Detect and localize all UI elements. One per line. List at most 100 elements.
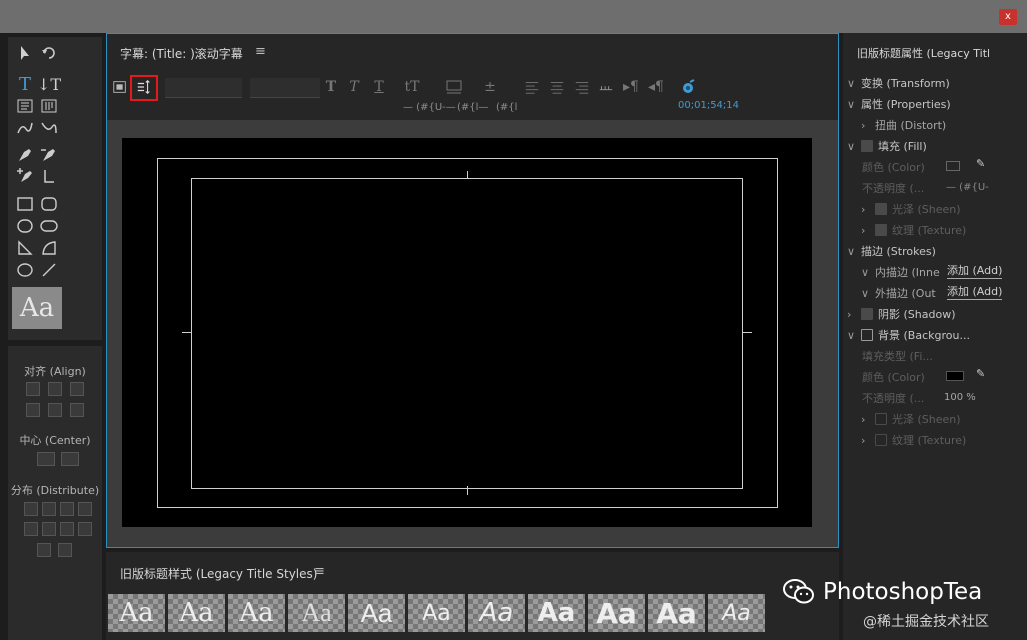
distort-section[interactable]: › 扭曲 (Distort) bbox=[861, 117, 946, 133]
area-type-tool-icon[interactable] bbox=[14, 96, 36, 116]
vertical-type-tool-icon[interactable]: ↓T bbox=[37, 74, 61, 94]
distribute-space-h-icon[interactable] bbox=[37, 543, 51, 557]
rounded-corner-rectangle-tool-icon[interactable] bbox=[38, 216, 60, 236]
font-style-dropdown[interactable] bbox=[250, 78, 320, 98]
rounded-rectangle-tool-icon[interactable] bbox=[38, 194, 60, 214]
timecode[interactable]: 00;01;54;14 bbox=[678, 100, 739, 111]
bold-icon[interactable]: T bbox=[322, 78, 340, 96]
bg-sheen-section[interactable]: › 光泽 (Sheen) bbox=[861, 411, 961, 427]
bg-color-swatch[interactable] bbox=[946, 371, 964, 381]
properties-section[interactable]: ∨ 属性 (Properties) bbox=[847, 96, 951, 112]
bg-sheen-checkbox[interactable] bbox=[875, 413, 887, 425]
align-top-icon[interactable] bbox=[26, 403, 40, 417]
distribute-center-h-icon[interactable] bbox=[42, 502, 56, 516]
inner-stroke-section[interactable]: ∨ 内描边 (Inne bbox=[861, 264, 940, 280]
tab-stops-icon[interactable] bbox=[597, 78, 615, 96]
underline-icon[interactable]: T bbox=[370, 78, 388, 96]
kerning-icon[interactable] bbox=[445, 78, 463, 96]
distribute-space-v-icon[interactable] bbox=[58, 543, 72, 557]
fill-sheen-section[interactable]: › 光泽 (Sheen) bbox=[861, 201, 961, 217]
background-checkbox[interactable] bbox=[861, 329, 873, 341]
title-canvas[interactable] bbox=[122, 138, 812, 527]
show-video-icon[interactable] bbox=[679, 78, 697, 96]
bg-eyedropper-icon[interactable]: ✎ bbox=[976, 367, 985, 380]
arc-tool-icon[interactable] bbox=[38, 238, 60, 258]
distribute-bottom-icon[interactable] bbox=[60, 522, 74, 536]
style-tile[interactable]: Aa bbox=[528, 594, 585, 632]
vertical-area-type-tool-icon[interactable] bbox=[38, 96, 60, 116]
rectangle-tool-icon[interactable] bbox=[14, 194, 36, 214]
convert-anchor-tool-icon[interactable] bbox=[38, 166, 60, 186]
sheen-checkbox[interactable] bbox=[875, 203, 887, 215]
clipped-rectangle-tool-icon[interactable] bbox=[14, 216, 36, 236]
selection-tool-icon[interactable] bbox=[14, 43, 36, 63]
align-bottom-icon[interactable] bbox=[70, 403, 84, 417]
strokes-section[interactable]: ∨ 描边 (Strokes) bbox=[847, 243, 936, 259]
kerning-value[interactable]: (#{l— bbox=[457, 102, 488, 113]
font-size-value[interactable]: — (#{U-— bbox=[403, 102, 456, 113]
style-tile[interactable]: Aa bbox=[408, 594, 465, 632]
pen-tool-icon[interactable] bbox=[14, 145, 36, 165]
outer-stroke-section[interactable]: ∨ 外描边 (Out bbox=[861, 285, 936, 301]
style-tile[interactable]: Aa bbox=[588, 594, 645, 632]
align-left-text-icon[interactable] bbox=[523, 78, 541, 96]
fill-color-swatch[interactable] bbox=[946, 161, 960, 171]
align-right-text-icon[interactable] bbox=[573, 78, 591, 96]
font-size-icon[interactable]: tT bbox=[403, 78, 421, 96]
distribute-even-h-icon[interactable] bbox=[78, 502, 92, 516]
style-tile[interactable]: Aa bbox=[108, 594, 165, 632]
ellipse-tool-icon[interactable] bbox=[14, 260, 36, 280]
align-left-icon[interactable] bbox=[26, 382, 40, 396]
align-center-h-icon[interactable] bbox=[48, 382, 62, 396]
align-center-text-icon[interactable] bbox=[548, 78, 566, 96]
center-horizontal-icon[interactable] bbox=[37, 452, 55, 466]
eyedropper-icon[interactable]: ✎ bbox=[976, 157, 985, 170]
rotate-tool-icon[interactable] bbox=[38, 43, 60, 63]
shadow-checkbox[interactable] bbox=[861, 308, 873, 320]
add-outer-stroke-link[interactable]: 添加 (Add) bbox=[947, 283, 1003, 300]
styles-panel-menu-icon[interactable]: ≡ bbox=[314, 564, 325, 579]
distribute-center-v-icon[interactable] bbox=[42, 522, 56, 536]
shadow-section[interactable]: › 阴影 (Shadow) bbox=[847, 306, 955, 322]
leading-icon[interactable]: ± bbox=[481, 78, 499, 96]
wedge-tool-icon[interactable] bbox=[14, 238, 36, 258]
bg-texture-checkbox[interactable] bbox=[875, 434, 887, 446]
bg-opacity-value[interactable]: 100 % bbox=[944, 392, 976, 403]
style-tile[interactable]: Aa bbox=[168, 594, 225, 632]
fill-opacity-value[interactable]: — (#{U- bbox=[946, 182, 989, 193]
bg-texture-section[interactable]: › 纹理 (Texture) bbox=[861, 432, 966, 448]
add-anchor-tool-icon[interactable] bbox=[14, 166, 36, 186]
fill-section[interactable]: ∨ 填充 (Fill) bbox=[847, 138, 927, 154]
close-button[interactable]: x bbox=[999, 9, 1017, 25]
texture-checkbox[interactable] bbox=[875, 224, 887, 236]
style-tile[interactable]: Aa bbox=[228, 594, 285, 632]
distribute-top-icon[interactable] bbox=[24, 522, 38, 536]
path-type-tool-icon[interactable] bbox=[14, 118, 36, 138]
new-title-icon[interactable] bbox=[111, 78, 129, 96]
background-section[interactable]: ∨ 背景 (Backgrou... bbox=[847, 327, 970, 343]
vertical-path-type-tool-icon[interactable] bbox=[38, 118, 60, 138]
distribute-left-icon[interactable] bbox=[24, 502, 38, 516]
fill-checkbox[interactable] bbox=[861, 140, 873, 152]
italic-icon[interactable]: T bbox=[345, 78, 363, 96]
font-family-dropdown[interactable] bbox=[165, 78, 242, 98]
center-vertical-icon[interactable] bbox=[61, 452, 79, 466]
add-inner-stroke-link[interactable]: 添加 (Add) bbox=[947, 262, 1003, 279]
fill-texture-section[interactable]: › 纹理 (Texture) bbox=[861, 222, 966, 238]
paragraph-ltr-icon[interactable]: ▸¶ bbox=[622, 78, 640, 96]
transform-section[interactable]: ∨ 变换 (Transform) bbox=[847, 75, 950, 91]
leading-value[interactable]: (#{l bbox=[496, 102, 517, 113]
style-tile[interactable]: Aa bbox=[288, 594, 345, 632]
style-tile[interactable]: Aa bbox=[348, 594, 405, 632]
delete-anchor-tool-icon[interactable] bbox=[38, 145, 60, 165]
distribute-even-v-icon[interactable] bbox=[78, 522, 92, 536]
panel-menu-icon[interactable]: ≡ bbox=[255, 44, 266, 59]
style-tile[interactable]: Aa bbox=[708, 594, 765, 632]
align-right-icon[interactable] bbox=[70, 382, 84, 396]
distribute-right-icon[interactable] bbox=[60, 502, 74, 516]
type-tool-icon[interactable]: T bbox=[14, 74, 36, 95]
style-tile[interactable]: Aa bbox=[468, 594, 525, 632]
paragraph-rtl-icon[interactable]: ◂¶ bbox=[647, 78, 665, 96]
style-tile[interactable]: Aa bbox=[648, 594, 705, 632]
align-center-v-icon[interactable] bbox=[48, 403, 62, 417]
